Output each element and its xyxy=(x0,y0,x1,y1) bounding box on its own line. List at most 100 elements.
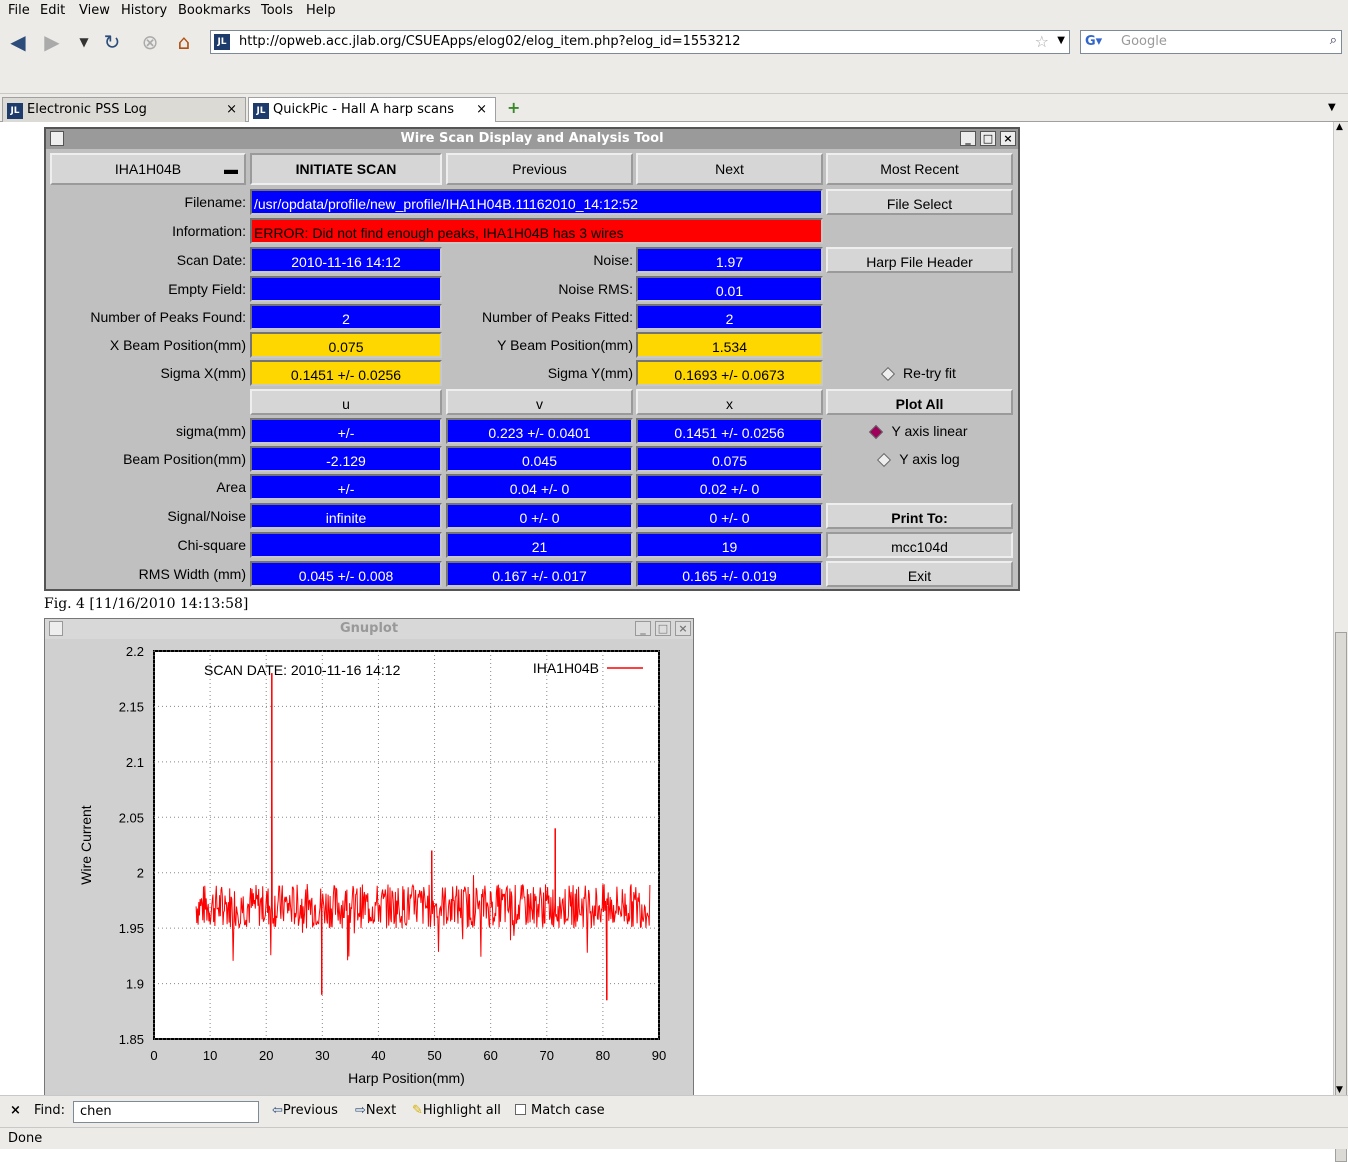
url-bar[interactable]: JL http://opweb.acc.jlab.org/CSUEApps/el… xyxy=(210,30,1070,54)
scroll-thumb[interactable] xyxy=(1335,632,1347,1162)
harp-file-header-button[interactable]: Harp File Header xyxy=(826,247,1013,273)
stop-icon[interactable]: ⊗ xyxy=(138,30,162,54)
row-label: Area xyxy=(216,479,246,495)
maximize-icon[interactable]: □ xyxy=(980,131,996,146)
legend-label: IHA1H04B xyxy=(533,660,599,676)
tab-label: Electronic PSS Log xyxy=(27,102,147,117)
new-tab-icon[interactable]: + xyxy=(507,98,520,117)
x-tick-label: 90 xyxy=(652,1048,666,1063)
menu-tools[interactable]: Tools xyxy=(261,3,293,18)
next-button[interactable]: Next xyxy=(636,153,823,185)
most-recent-button[interactable]: Most Recent xyxy=(826,153,1013,185)
empty-field-label: Empty Field: xyxy=(168,281,246,297)
y-tick-label: 2 xyxy=(137,866,144,881)
search-bar[interactable]: G▾ Google ⌕ xyxy=(1080,30,1342,54)
scroll-up-icon[interactable]: ▲ xyxy=(1336,122,1343,132)
previous-button[interactable]: Previous xyxy=(446,153,633,185)
reload-icon[interactable]: ↻ xyxy=(100,30,124,54)
scan-date-label: Scan Date: xyxy=(176,252,246,268)
cell-u: -2.129 xyxy=(250,446,442,472)
search-input[interactable]: Google xyxy=(1121,34,1167,49)
close-icon[interactable]: × xyxy=(675,621,691,636)
cell-x: 0.02 +/- 0 xyxy=(636,474,823,500)
bookmark-star-icon[interactable]: ☆ xyxy=(1035,32,1049,51)
tab-electronic-pss-log[interactable]: JL Electronic PSS Log × xyxy=(2,97,246,122)
menu-bookmarks[interactable]: Bookmarks xyxy=(178,3,251,18)
x-tick-label: 20 xyxy=(259,1048,273,1063)
find-next-button[interactable]: ⇨Next xyxy=(355,1103,396,1118)
x-tick-label: 10 xyxy=(203,1048,217,1063)
column-u-button[interactable]: u xyxy=(250,389,442,415)
peaks-fitted-label: Number of Peaks Fitted: xyxy=(482,309,633,325)
menu-history[interactable]: History xyxy=(121,3,167,18)
printer-field[interactable]: mcc104d xyxy=(826,532,1013,558)
vertical-scrollbar[interactable]: ▲ ▼ xyxy=(1333,122,1348,1162)
retry-fit-radio[interactable]: Re-try fit xyxy=(826,360,1013,386)
tab-label: QuickPic - Hall A harp scans xyxy=(273,102,454,117)
close-tab-icon[interactable]: × xyxy=(226,102,237,117)
y-axis-label: Wire Current xyxy=(78,805,94,884)
window-title: Wire Scan Display and Analysis Tool _ □ … xyxy=(46,129,1018,149)
print-to-button[interactable]: Print To: xyxy=(826,503,1013,529)
back-icon[interactable]: ◀ xyxy=(6,30,30,54)
menu-help[interactable]: Help xyxy=(306,3,336,18)
find-previous-button[interactable]: ⇦Previous xyxy=(272,1103,338,1118)
x-tick-label: 30 xyxy=(315,1048,329,1063)
tab-quickpic[interactable]: JL QuickPic - Hall A harp scans × xyxy=(248,97,496,122)
menu-edit[interactable]: Edit xyxy=(40,3,65,18)
column-x-button[interactable]: x xyxy=(636,389,823,415)
url-text[interactable]: http://opweb.acc.jlab.org/CSUEApps/elog0… xyxy=(239,34,741,49)
maximize-icon[interactable]: □ xyxy=(655,621,671,636)
close-find-icon[interactable]: × xyxy=(10,1103,21,1118)
tab-list-icon[interactable]: ▼ xyxy=(1328,102,1336,113)
minimize-icon[interactable]: _ xyxy=(635,621,651,636)
highlight-all-button[interactable]: ✎Highlight all xyxy=(412,1103,501,1118)
harp-select[interactable]: IHA1H04B ▬ xyxy=(50,153,246,185)
menu-file[interactable]: File xyxy=(8,3,30,18)
row-label: Signal/Noise xyxy=(167,508,246,524)
x-tick-label: 60 xyxy=(483,1048,497,1063)
close-tab-icon[interactable]: × xyxy=(476,102,487,117)
cell-v: 21 xyxy=(446,532,633,558)
noise-label: Noise: xyxy=(593,252,633,268)
row-label: Chi-square xyxy=(177,537,246,553)
scan-date-field: 2010-11-16 14:12 xyxy=(250,247,442,273)
menu-view[interactable]: View xyxy=(79,3,110,18)
plot-all-button[interactable]: Plot All xyxy=(826,389,1013,415)
y-tick-label: 1.85 xyxy=(119,1032,144,1047)
file-select-button[interactable]: File Select xyxy=(826,189,1013,215)
filename-field[interactable]: /usr/opdata/profile/new_profile/IHA1H04B… xyxy=(250,189,823,215)
y-tick-label: 1.9 xyxy=(126,977,144,992)
google-icon[interactable]: G▾ xyxy=(1085,34,1102,49)
close-icon[interactable]: × xyxy=(1000,131,1016,146)
search-icon[interactable]: ⌕ xyxy=(1330,33,1337,48)
menu-bar: File Edit View History Bookmarks Tools H… xyxy=(0,0,1348,22)
find-bar: × Find: chen ⇦Previous ⇨Next ✎Highlight … xyxy=(0,1095,1348,1127)
scroll-down-icon[interactable]: ▼ xyxy=(1336,1085,1343,1095)
window-menu-icon[interactable] xyxy=(49,621,63,636)
forward-icon[interactable]: ▶ xyxy=(40,30,64,54)
y-axis-linear-radio[interactable]: Y axis linear xyxy=(826,418,1013,444)
exit-button[interactable]: Exit xyxy=(826,561,1013,587)
peaks-found-field: 2 xyxy=(250,304,442,330)
history-dropdown-icon[interactable]: ▼ xyxy=(72,30,96,54)
cell-x: 0.165 +/- 0.019 xyxy=(636,561,823,587)
y-tick-label: 2.05 xyxy=(119,810,144,825)
window-menu-icon[interactable] xyxy=(50,131,64,146)
plot-area xyxy=(153,650,660,1040)
chart-title: SCAN DATE: 2010-11-16 14:12 xyxy=(204,662,401,678)
y-tick-label: 2.1 xyxy=(126,755,144,770)
match-case-checkbox[interactable]: Match case xyxy=(515,1103,605,1118)
initiate-scan-button[interactable]: INITIATE SCAN xyxy=(250,153,442,185)
home-icon[interactable]: ⌂ xyxy=(172,30,196,54)
url-dropdown-icon[interactable]: ▼ xyxy=(1057,35,1065,46)
x-tick-label: 80 xyxy=(596,1048,610,1063)
cell-x: 0 +/- 0 xyxy=(636,503,823,529)
tab-favicon-icon: JL xyxy=(7,103,23,119)
minimize-icon[interactable]: _ xyxy=(960,131,976,146)
y-axis-log-radio[interactable]: Y axis log xyxy=(826,446,1013,472)
find-input[interactable]: chen xyxy=(73,1101,259,1123)
column-v-button[interactable]: v xyxy=(446,389,633,415)
sigma-x-field: 0.1451 +/- 0.0256 xyxy=(250,360,442,386)
page-content: Wire Scan Display and Analysis Tool _ □ … xyxy=(0,122,1333,1095)
